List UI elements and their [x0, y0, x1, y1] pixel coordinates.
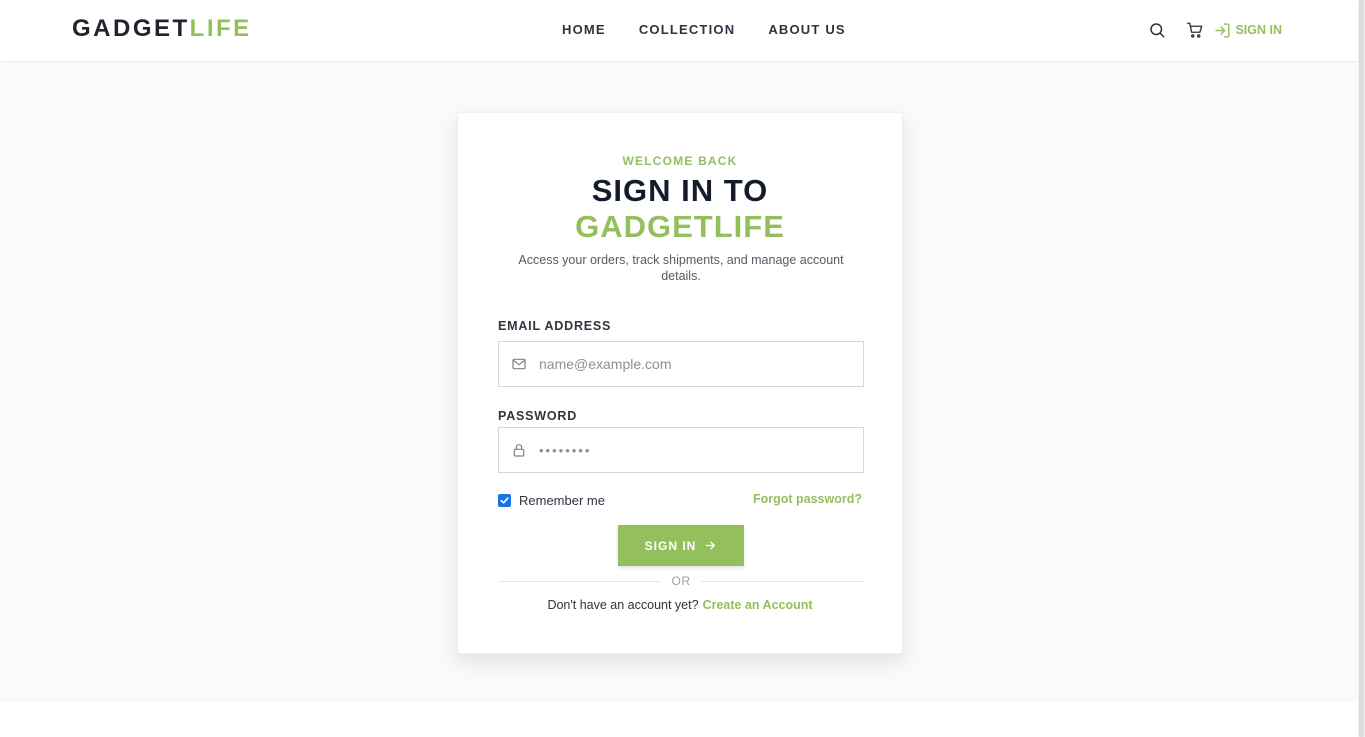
welcome-eyebrow: WELCOME BACK	[622, 154, 738, 168]
password-input[interactable]	[539, 442, 839, 458]
nav-about-us[interactable]: ABOUT US	[768, 22, 846, 37]
logo-main-text: GADGET	[72, 15, 190, 42]
main-content: WELCOME BACK SIGN IN TO GADGETLIFE Acces…	[0, 63, 1358, 702]
password-field[interactable]	[498, 427, 864, 473]
email-input[interactable]	[539, 356, 839, 372]
no-account-text: Don't have an account yet?	[547, 598, 699, 612]
site-header: GADGETLIFE HOME COLLECTION ABOUT US SIGN…	[0, 0, 1358, 62]
email-field[interactable]	[498, 341, 864, 387]
page-scrollbar[interactable]	[1358, 0, 1365, 737]
login-title-line1: SIGN IN TO	[591, 173, 769, 208]
sign-in-button[interactable]: SIGN IN	[618, 525, 744, 566]
password-label: PASSWORD	[498, 409, 578, 423]
login-card: WELCOME BACK SIGN IN TO GADGETLIFE Acces…	[457, 112, 903, 654]
arrow-right-icon	[705, 541, 716, 550]
main-nav: HOME COLLECTION ABOUT US	[562, 22, 846, 37]
header-actions: SIGN IN	[1146, 19, 1282, 41]
sign-in-button-label: SIGN IN	[644, 538, 697, 553]
checkbox-checked-icon[interactable]	[498, 494, 511, 507]
forgot-password-link[interactable]: Forgot password?	[753, 492, 862, 506]
search-icon[interactable]	[1146, 19, 1168, 41]
login-title-line2: GADGETLIFE	[575, 209, 785, 244]
remember-me-label: Remember me	[519, 493, 605, 508]
remember-me-checkbox[interactable]: Remember me	[498, 493, 605, 508]
sign-in-icon	[1215, 22, 1231, 38]
scrollbar-thumb[interactable]	[1359, 0, 1364, 737]
signup-prompt: Don't have an account yet? Create an Acco…	[458, 598, 902, 612]
or-divider: OR	[498, 574, 864, 590]
login-subtitle: Access your orders, track shipments, and…	[518, 253, 844, 283]
site-logo[interactable]: GADGETLIFE	[72, 15, 252, 43]
nav-collection[interactable]: COLLECTION	[639, 22, 736, 37]
divider-line-right	[701, 581, 864, 582]
header-sign-in-link[interactable]: SIGN IN	[1214, 22, 1282, 39]
nav-home[interactable]: HOME	[562, 22, 606, 37]
cart-icon[interactable]	[1184, 19, 1206, 41]
create-account-link[interactable]: Create an Account	[703, 598, 813, 612]
logo-accent-text: LIFE	[189, 15, 252, 42]
email-label: EMAIL ADDRESS	[498, 319, 612, 333]
lock-icon	[511, 442, 527, 458]
mail-icon	[511, 356, 527, 372]
header-sign-in-label: SIGN IN	[1235, 23, 1282, 37]
